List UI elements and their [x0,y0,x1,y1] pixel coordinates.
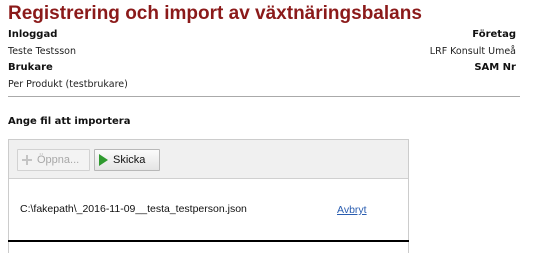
user-value: Per Produkt (testbrukare) [8,79,128,90]
divider [8,96,520,97]
upload-panel: Öppna... Skicka C:\fakepath\_2016-11-09_… [8,139,409,253]
logged-in-label: Inloggad [8,29,58,40]
company-value: LRF Konsult Umeå [429,46,516,57]
page-title: Registrering och import av växtnäringsba… [8,3,422,24]
logged-in-value: Teste Testsson [8,46,77,57]
send-button[interactable]: Skicka [94,149,160,171]
cancel-link[interactable]: Avbryt [337,204,367,216]
user-label: Brukare [8,62,53,73]
send-button-label: Skicka [113,154,146,166]
upload-section-label: Ange fil att importera [8,116,131,127]
upload-toolbar: Öppna... Skicka [9,140,408,179]
plus-icon [22,155,32,165]
play-icon [99,154,108,166]
open-button[interactable]: Öppna... [17,149,90,171]
open-button-label: Öppna... [37,154,80,166]
panel-bottom-border [8,240,409,242]
selected-file-name: C:\fakepath\_2016-11-09__testa_testperso… [20,203,247,215]
sam-number-label: SAM Nr [474,62,516,73]
company-label: Företag [472,29,516,40]
